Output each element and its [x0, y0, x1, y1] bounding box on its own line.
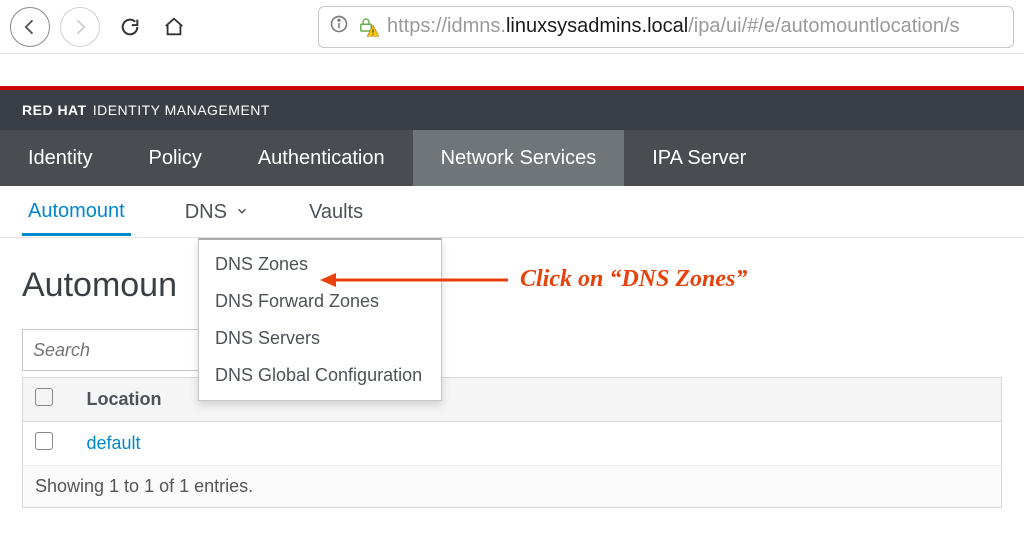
dns-dropdown: DNS Zones DNS Forward Zones DNS Servers … [198, 238, 442, 401]
row-select[interactable] [23, 422, 75, 466]
nav-identity[interactable]: Identity [0, 130, 120, 186]
brand-header: RED HAT IDENTITY MANAGEMENT [0, 90, 1024, 130]
tab-dns[interactable]: DNS [179, 189, 255, 234]
tab-vaults[interactable]: Vaults [303, 189, 369, 234]
dd-label: DNS Zones [215, 254, 308, 274]
secondary-nav: Automount DNS Vaults DNS Zones DNS Forwa… [0, 186, 1024, 238]
nav-ipa-server[interactable]: IPA Server [624, 130, 774, 186]
nav-label: Authentication [258, 147, 385, 170]
nav-label: Network Services [441, 147, 597, 170]
nav-policy[interactable]: Policy [120, 130, 229, 186]
locations-table: Location default Showing 1 to 1 of 1 ent… [22, 377, 1002, 508]
brand-product: IDENTITY MANAGEMENT [93, 102, 270, 118]
browser-toolbar: https://idmns.linuxsysadmins.local/ipa/u… [0, 0, 1024, 54]
nav-label: IPA Server [652, 147, 746, 170]
tab-label: Automount [28, 200, 125, 222]
dd-dns-servers[interactable]: DNS Servers [199, 320, 441, 357]
address-bar[interactable]: https://idmns.linuxsysadmins.local/ipa/u… [318, 6, 1014, 48]
checkbox-icon [35, 388, 53, 406]
dd-label: DNS Forward Zones [215, 291, 379, 311]
tab-automount[interactable]: Automount [22, 188, 131, 236]
nav-network-services[interactable]: Network Services [413, 130, 625, 186]
col-label: Location [87, 389, 162, 409]
nav-label: Identity [28, 147, 92, 170]
chevron-down-icon [235, 201, 249, 224]
nav-authentication[interactable]: Authentication [230, 130, 413, 186]
url-text: https://idmns.linuxsysadmins.local/ipa/u… [387, 15, 960, 38]
search-row [22, 329, 1002, 371]
tab-label: Vaults [309, 201, 363, 223]
nav-label: Policy [148, 147, 201, 170]
tab-label: DNS [185, 201, 227, 224]
select-all-header[interactable] [23, 378, 75, 422]
home-button[interactable] [154, 7, 194, 47]
forward-button[interactable] [60, 7, 100, 47]
annotation-text: Click on “DNS Zones” [520, 266, 747, 293]
annotation: Click on “DNS Zones” [320, 266, 747, 293]
footer-text: Showing 1 to 1 of 1 entries. [35, 476, 253, 496]
table-footer: Showing 1 to 1 of 1 entries. [23, 466, 1002, 508]
dd-label: DNS Global Configuration [215, 365, 422, 385]
info-icon [329, 14, 349, 40]
checkbox-icon [35, 432, 53, 450]
lock-warning-icon [357, 16, 379, 38]
reload-button[interactable] [110, 7, 150, 47]
dd-label: DNS Servers [215, 328, 320, 348]
location-link[interactable]: default [87, 433, 141, 453]
primary-nav: Identity Policy Authentication Network S… [0, 130, 1024, 186]
back-button[interactable] [10, 7, 50, 47]
dd-dns-global-config[interactable]: DNS Global Configuration [199, 357, 441, 394]
table-row: default [23, 422, 1002, 466]
arrow-left-icon [320, 268, 510, 292]
brand-name: RED HAT [22, 102, 87, 118]
